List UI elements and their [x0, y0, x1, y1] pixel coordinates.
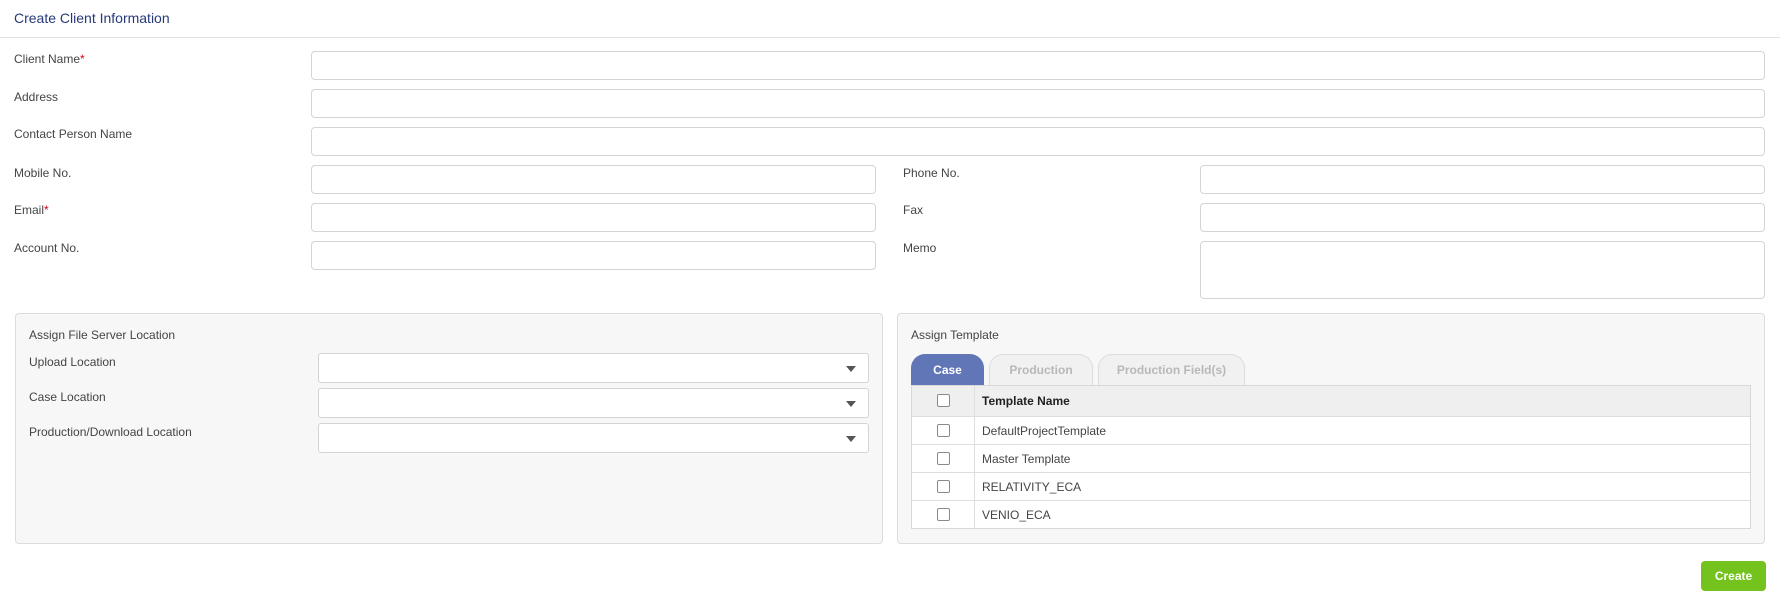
fax-input[interactable] [1200, 203, 1765, 232]
email-label: Email* [14, 203, 49, 217]
production-location-label: Production/Download Location [29, 425, 192, 439]
row-checkbox[interactable] [937, 508, 950, 521]
page-header: Create Client Information [0, 0, 1780, 38]
template-name-cell: DefaultProjectTemplate [982, 424, 1107, 438]
upload-location-label: Upload Location [29, 355, 116, 369]
create-button[interactable]: Create [1701, 561, 1766, 591]
phone-input[interactable] [1200, 165, 1765, 194]
upload-location-select[interactable] [318, 353, 869, 383]
mobile-label: Mobile No. [14, 166, 72, 180]
mobile-input[interactable] [311, 165, 876, 194]
table-row[interactable]: VENIO_ECA [912, 500, 1750, 528]
required-mark: * [44, 203, 49, 217]
table-row[interactable]: RELATIVITY_ECA [912, 472, 1750, 500]
row-checkbox[interactable] [937, 480, 950, 493]
client-name-input[interactable] [311, 51, 1765, 80]
case-location-label: Case Location [29, 390, 106, 404]
production-location-select[interactable] [318, 423, 869, 453]
phone-label: Phone No. [903, 166, 960, 180]
account-input[interactable] [311, 241, 876, 270]
memo-textarea[interactable] [1200, 241, 1765, 299]
row-checkbox[interactable] [937, 424, 950, 437]
address-input[interactable] [311, 89, 1765, 118]
template-name-cell: VENIO_ECA [982, 508, 1051, 522]
chevron-down-icon [846, 401, 856, 407]
table-row[interactable]: DefaultProjectTemplate [912, 416, 1750, 444]
column-header-template-name: Template Name [982, 394, 1070, 408]
contact-person-label: Contact Person Name [14, 127, 133, 141]
account-label: Account No. [14, 241, 80, 255]
fax-label: Fax [903, 203, 924, 217]
memo-label: Memo [903, 241, 937, 255]
row-checkbox[interactable] [937, 452, 950, 465]
client-name-label: Client Name* [14, 52, 85, 66]
chevron-down-icon [846, 366, 856, 372]
contact-person-input[interactable] [311, 127, 1765, 156]
tab-production-fields[interactable]: Production Field(s) [1098, 354, 1245, 385]
case-location-select[interactable] [318, 388, 869, 418]
address-label: Address [14, 90, 59, 104]
template-grid: Template Name DefaultProjectTemplate Mas… [911, 385, 1751, 529]
select-all-checkbox[interactable] [937, 394, 950, 407]
file-server-title: Assign File Server Location [29, 328, 176, 342]
chevron-down-icon [846, 436, 856, 442]
tab-production[interactable]: Production [989, 354, 1093, 385]
grid-header-row: Template Name [912, 386, 1750, 416]
table-row[interactable]: Master Template [912, 444, 1750, 472]
page-title: Create Client Information [14, 10, 170, 26]
template-name-cell: RELATIVITY_ECA [982, 480, 1082, 494]
email-input[interactable] [311, 203, 876, 232]
required-mark: * [80, 52, 85, 66]
tab-case[interactable]: Case [911, 354, 984, 385]
template-title: Assign Template [911, 328, 999, 342]
template-name-cell: Master Template [982, 452, 1071, 466]
